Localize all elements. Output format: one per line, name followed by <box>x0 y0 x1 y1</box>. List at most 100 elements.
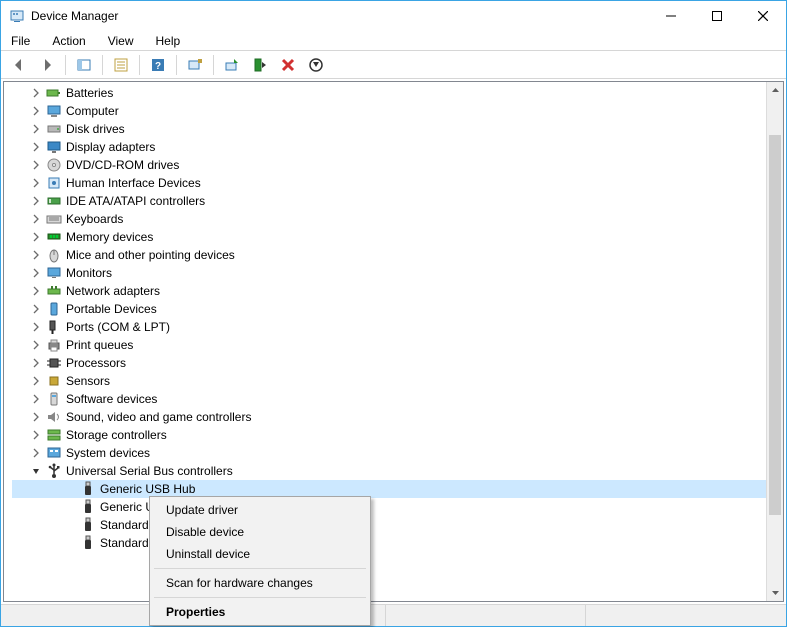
uninstall-device-button[interactable] <box>276 54 300 76</box>
help-button[interactable]: ? <box>146 54 170 76</box>
expand-icon[interactable] <box>30 123 42 135</box>
tree-item[interactable]: Network adapters <box>12 282 766 300</box>
show-hide-console-tree-button[interactable] <box>72 54 96 76</box>
status-cell <box>386 605 586 626</box>
scan-hardware-button[interactable] <box>183 54 207 76</box>
software-icon <box>46 391 62 407</box>
scroll-track[interactable] <box>767 99 783 584</box>
tree-item[interactable]: Print queues <box>12 336 766 354</box>
disk-icon <box>46 121 62 137</box>
tree-item-usb-child[interactable]: Standard <box>12 516 766 534</box>
context-menu-separator <box>154 597 366 598</box>
tree-item[interactable]: Sound, video and game controllers <box>12 408 766 426</box>
expand-icon[interactable] <box>30 303 42 315</box>
tree-item-label: Standard <box>100 536 149 550</box>
toolbar-separator <box>102 55 103 75</box>
tree-item[interactable]: Display adapters <box>12 138 766 156</box>
sensor-icon <box>46 373 62 389</box>
menu-help[interactable]: Help <box>152 33 185 49</box>
forward-button[interactable] <box>35 54 59 76</box>
expand-icon[interactable] <box>30 231 42 243</box>
expand-icon[interactable] <box>30 159 42 171</box>
tree-item[interactable]: Sensors <box>12 372 766 390</box>
context-menu-item[interactable]: Properties <box>152 601 368 623</box>
enable-device-button[interactable] <box>248 54 272 76</box>
expand-icon[interactable] <box>30 195 42 207</box>
tree-item-usb-child[interactable]: Generic U <box>12 498 766 516</box>
expand-icon[interactable] <box>30 447 42 459</box>
tree-item[interactable]: IDE ATA/ATAPI controllers <box>12 192 766 210</box>
device-manager-window: Device Manager File Action View Help <box>0 0 787 627</box>
tree-item-label: Print queues <box>66 338 133 352</box>
expand-icon[interactable] <box>30 393 42 405</box>
maximize-button[interactable] <box>694 1 740 31</box>
expand-icon[interactable] <box>30 141 42 153</box>
expand-icon[interactable] <box>30 375 42 387</box>
tree-item[interactable]: Computer <box>12 102 766 120</box>
tree-item-label: Processors <box>66 356 126 370</box>
device-tree[interactable]: Batteries Computer Disk drivesDisplay adap… <box>4 82 766 601</box>
tree-item[interactable]: Storage controllers <box>12 426 766 444</box>
tree-item[interactable]: DVD/CD-ROM drives <box>12 156 766 174</box>
tree-item[interactable]: Keyboards <box>12 210 766 228</box>
scroll-down-button[interactable] <box>767 584 783 601</box>
tree-item[interactable]: Mice and other pointing devices <box>12 246 766 264</box>
scroll-thumb[interactable] <box>769 135 781 515</box>
tree-item-label: Memory devices <box>66 230 153 244</box>
expand-icon[interactable] <box>30 87 42 99</box>
close-button[interactable] <box>740 1 786 31</box>
tree-item[interactable]: Human Interface Devices <box>12 174 766 192</box>
tree-item-usb-controllers[interactable]: Universal Serial Bus controllers <box>12 462 766 480</box>
tree-item[interactable]: Disk drives <box>12 120 766 138</box>
tree-item[interactable]: Portable Devices <box>12 300 766 318</box>
tree-item-label: Storage controllers <box>66 428 167 442</box>
tree-item[interactable]: Ports (COM & LPT) <box>12 318 766 336</box>
expand-icon[interactable] <box>30 321 42 333</box>
tree-item-usb-child[interactable]: Standard <box>12 534 766 552</box>
expand-icon[interactable] <box>30 429 42 441</box>
sound-icon <box>46 409 62 425</box>
tree-item-label: Generic U <box>100 500 154 514</box>
workarea: Batteries Computer Disk drivesDisplay adap… <box>1 79 786 604</box>
tree-item[interactable]: Software devices <box>12 390 766 408</box>
titlebar: Device Manager <box>1 1 786 31</box>
expand-icon[interactable] <box>30 411 42 423</box>
menu-view[interactable]: View <box>104 33 138 49</box>
tree-item-label: Generic USB Hub <box>100 482 195 496</box>
properties-button[interactable] <box>109 54 133 76</box>
menu-action[interactable]: Action <box>48 33 89 49</box>
tree-item[interactable]: Memory devices <box>12 228 766 246</box>
tree-item-label: Computer <box>66 104 119 118</box>
context-menu-item[interactable]: Update driver <box>152 499 368 521</box>
tree-item[interactable]: Batteries <box>12 84 766 102</box>
expand-icon[interactable] <box>30 285 42 297</box>
update-driver-button[interactable] <box>220 54 244 76</box>
expand-icon[interactable] <box>30 177 42 189</box>
context-menu-item[interactable]: Disable device <box>152 521 368 543</box>
menu-file[interactable]: File <box>7 33 34 49</box>
tree-item-usb-child[interactable]: Generic USB Hub <box>12 480 766 498</box>
disable-device-button[interactable] <box>304 54 328 76</box>
expand-icon[interactable] <box>30 249 42 261</box>
expand-icon[interactable] <box>30 267 42 279</box>
tree-item-label: IDE ATA/ATAPI controllers <box>66 194 205 208</box>
minimize-button[interactable] <box>648 1 694 31</box>
context-menu-item[interactable]: Scan for hardware changes <box>152 572 368 594</box>
context-menu-item[interactable]: Uninstall device <box>152 543 368 565</box>
expand-icon[interactable] <box>30 357 42 369</box>
tree-item[interactable]: System devices <box>12 444 766 462</box>
tree-item[interactable]: Processors <box>12 354 766 372</box>
tree-item[interactable]: Monitors <box>12 264 766 282</box>
scroll-up-button[interactable] <box>767 82 783 99</box>
expand-icon[interactable] <box>30 105 42 117</box>
collapse-icon[interactable] <box>30 465 42 477</box>
no-expand <box>64 519 76 531</box>
tree-container: Batteries Computer Disk drivesDisplay adap… <box>3 81 784 602</box>
back-button[interactable] <box>7 54 31 76</box>
context-menu-item-label: Uninstall device <box>166 547 250 561</box>
expand-icon[interactable] <box>30 339 42 351</box>
context-menu-item-label: Scan for hardware changes <box>166 576 313 590</box>
tree-item-label: Sensors <box>66 374 110 388</box>
expand-icon[interactable] <box>30 213 42 225</box>
vertical-scrollbar[interactable] <box>766 82 783 601</box>
